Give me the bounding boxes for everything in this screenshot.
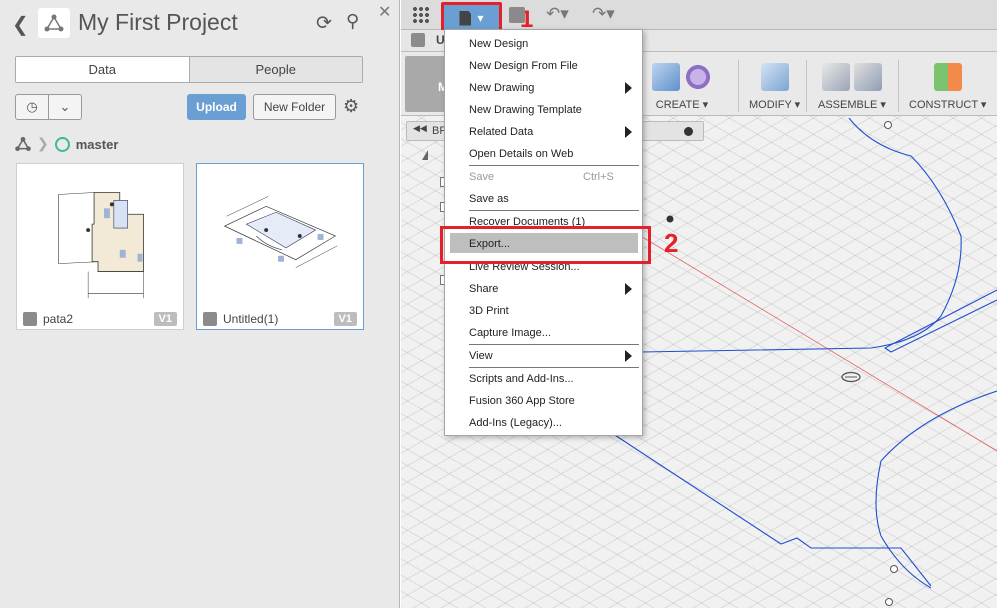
- document-cube-icon: [411, 33, 425, 47]
- menu-item-add-ins-legacy[interactable]: Add-Ins (Legacy)...: [469, 417, 562, 429]
- browser-pin-icon[interactable]: [684, 127, 693, 136]
- menu-item-save: Save: [469, 171, 495, 183]
- data-panel: ❮ My First Project ⟳ ⚲ ✕ Data People ◷ ⌄…: [0, 0, 400, 608]
- assemble-menu[interactable]: ASSEMBLE ▾: [818, 98, 886, 111]
- expand-triangle-icon[interactable]: [422, 150, 428, 160]
- toolbar-divider: [806, 60, 807, 112]
- file-card-footer: Untitled(1) V1: [197, 306, 363, 331]
- assemble-group[interactable]: ASSEMBLE ▾: [818, 60, 886, 111]
- export-highlight-box: [440, 226, 651, 264]
- branch-label[interactable]: master: [76, 137, 119, 152]
- chevron-down-icon[interactable]: ⌄: [48, 95, 81, 119]
- menu-item-new-drawing[interactable]: New Drawing: [469, 82, 534, 94]
- project-hub-icon[interactable]: [15, 137, 31, 151]
- extrude-icon[interactable]: [652, 63, 680, 91]
- design-cube-icon: [23, 311, 37, 326]
- file-name: Untitled(1): [223, 311, 279, 326]
- create-group[interactable]: CREATE ▾: [652, 60, 712, 111]
- caret-down-icon: ▾: [477, 11, 484, 25]
- menu-item-3d-print[interactable]: 3D Print: [469, 305, 509, 317]
- menu-item-related-data[interactable]: Related Data: [469, 126, 533, 138]
- close-icon[interactable]: ✕: [378, 2, 391, 21]
- chevron-right-icon: ❯: [37, 136, 49, 152]
- submenu-arrow-icon: [625, 350, 632, 362]
- menu-item-scripts-and-add-ins[interactable]: Scripts and Add-Ins...: [469, 373, 574, 385]
- menu-divider: [469, 367, 639, 368]
- collapse-arrows-icon[interactable]: ◀◀: [413, 124, 427, 134]
- joint-icon[interactable]: [853, 63, 882, 91]
- menu-item-share[interactable]: Share: [469, 283, 498, 295]
- tab-people[interactable]: People: [188, 57, 362, 82]
- toolbar-divider: [738, 60, 739, 112]
- panel-header: ❮ My First Project ⟳ ⚲ ✕: [0, 0, 400, 46]
- press-pull-icon[interactable]: [760, 63, 789, 91]
- design-cube-icon: [203, 311, 217, 326]
- redo-icon[interactable]: ↷▾: [592, 4, 615, 24]
- offset-plane-icon[interactable]: [933, 63, 962, 91]
- history-icon[interactable]: ◷: [16, 95, 48, 119]
- menu-divider: [469, 210, 639, 211]
- project-title: My First Project: [78, 9, 238, 35]
- construct-menu[interactable]: CONSTRUCT ▾: [909, 98, 986, 111]
- menu-item-new-design[interactable]: New Design: [469, 38, 528, 50]
- menu-item-new-drawing-template[interactable]: New Drawing Template: [469, 104, 582, 116]
- menu-item-view[interactable]: View: [469, 350, 493, 362]
- tab-data[interactable]: Data: [16, 57, 189, 82]
- file-name: pata2: [43, 311, 74, 326]
- submenu-arrow-icon: [625, 283, 632, 295]
- menu-item-new-design-from-file[interactable]: New Design From File: [469, 60, 578, 72]
- branch-icon: [54, 136, 70, 152]
- new-component-icon[interactable]: [821, 63, 850, 91]
- upload-button[interactable]: Upload: [187, 94, 246, 120]
- version-badge: V1: [333, 311, 357, 326]
- app-grid-icon[interactable]: [412, 6, 429, 23]
- file-card-footer: pata2 V1: [17, 306, 183, 331]
- undo-icon[interactable]: ↶▾: [546, 4, 569, 24]
- step-marker-2: 2: [664, 228, 679, 258]
- new-folder-button[interactable]: New Folder: [253, 94, 336, 120]
- submenu-arrow-icon: [625, 82, 632, 94]
- toolbar-divider: [898, 60, 899, 112]
- menu-item-app-store[interactable]: Fusion 360 App Store: [469, 395, 575, 407]
- menu-divider: [469, 344, 639, 345]
- project-icon: [38, 8, 70, 38]
- modify-menu[interactable]: MODIFY ▾: [749, 98, 800, 111]
- save-shortcut: Ctrl+S: [583, 171, 614, 183]
- submenu-arrow-icon: [625, 126, 632, 138]
- file-thumbnail: [197, 164, 363, 306]
- menu-item-capture-image[interactable]: Capture Image...: [469, 327, 551, 339]
- file-thumbnail: [17, 164, 183, 306]
- file-card-pata2[interactable]: pata2 V1: [16, 163, 184, 330]
- save-icon[interactable]: [509, 7, 525, 23]
- gear-icon[interactable]: ⚙: [343, 96, 359, 117]
- panel-tabs: Data People: [15, 56, 363, 83]
- breadcrumb: ❯ master: [15, 136, 118, 152]
- menu-item-open-details-on-web[interactable]: Open Details on Web: [469, 148, 573, 160]
- file-card-untitled[interactable]: Untitled(1) V1: [196, 163, 364, 330]
- create-menu[interactable]: CREATE ▾: [656, 98, 708, 111]
- history-dropdown[interactable]: ◷ ⌄: [15, 94, 82, 120]
- form-icon[interactable]: [684, 63, 712, 91]
- refresh-icon[interactable]: ⟳: [316, 12, 332, 34]
- search-icon[interactable]: ⚲: [346, 11, 359, 32]
- back-arrow-icon[interactable]: ❮: [12, 12, 29, 36]
- version-badge: V1: [153, 311, 177, 326]
- construct-group[interactable]: CONSTRUCT ▾: [909, 60, 986, 111]
- file-icon: [459, 10, 472, 26]
- modify-group[interactable]: MODIFY ▾: [749, 60, 800, 111]
- menu-item-save-as[interactable]: Save as: [469, 193, 509, 205]
- menu-divider: [469, 165, 639, 166]
